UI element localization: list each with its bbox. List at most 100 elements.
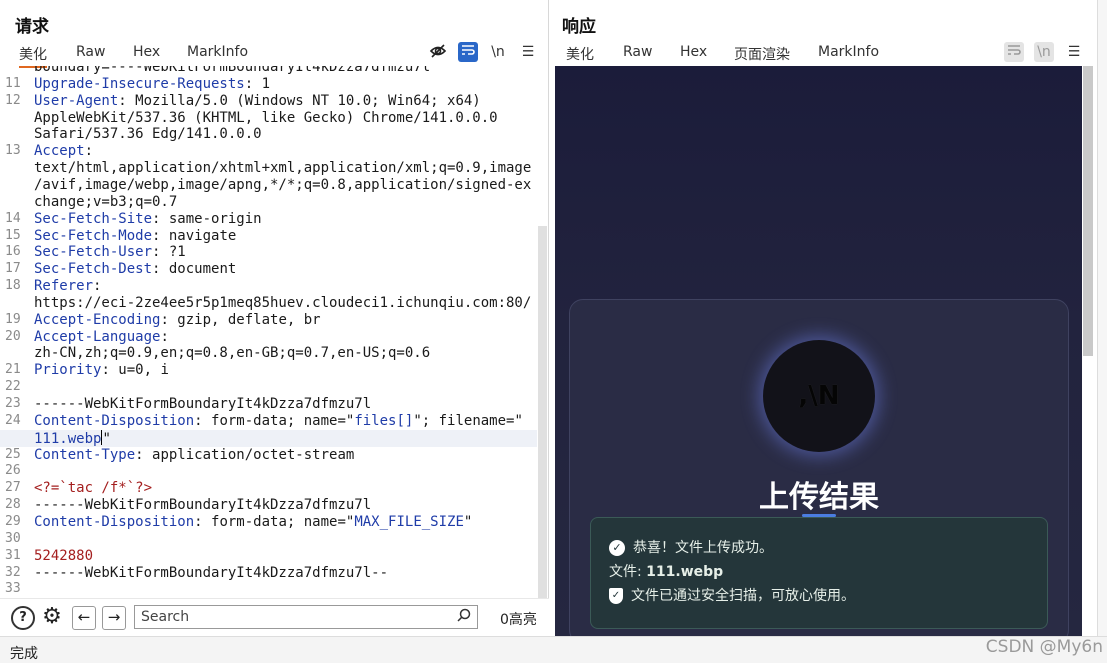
line-number: 30: [5, 530, 21, 546]
header-colon: :: [84, 143, 94, 160]
header-colon: :: [160, 311, 169, 328]
field-name: MAX_FILE_SIZE: [354, 513, 464, 530]
line-number: 16: [5, 244, 21, 260]
shield-icon: ✓: [609, 588, 623, 604]
code-line: /avif,image/webp,image/apng,*/*;q=0.8,ap…: [34, 177, 531, 194]
code-line: ------WebKitFormBoundaryIt4kDzza7dfmzu7l…: [34, 565, 388, 582]
code-line: Safari/537.36 Edg/141.0.0.0: [34, 126, 262, 143]
success-line: ✓ 恭喜！文件上传成功。: [609, 536, 1029, 560]
code-line: text/html,application/xhtml+xml,applicat…: [34, 160, 531, 177]
editor-scrollbar[interactable]: [538, 226, 547, 598]
menu-icon[interactable]: ☰: [518, 42, 538, 62]
header-colon: :: [118, 92, 127, 109]
tab-hex[interactable]: Hex: [680, 44, 707, 60]
header-colon: :: [101, 362, 110, 379]
line-text: zh-CN,zh;q=0.9,en;q=0.8,en-GB;q=0.7,en-U…: [34, 345, 431, 362]
render-scrollbar[interactable]: [1083, 66, 1093, 356]
header-value: gzip, deflate, br: [168, 311, 321, 328]
header-value: 1: [253, 75, 271, 92]
wrap-lines-icon[interactable]: [1004, 42, 1024, 62]
header-colon: :: [160, 328, 169, 345]
match-count: 0高亮: [500, 612, 537, 628]
line-number: 12: [5, 92, 21, 108]
tab-raw[interactable]: Raw: [623, 44, 652, 60]
line-text: /avif,image/webp,image/apng,*/*;q=0.8,ap…: [34, 176, 532, 193]
tab-pretty[interactable]: 美化: [566, 44, 594, 64]
page-render-view: ,\N 上传结果 ✓ 恭喜！文件上传成功。 文件: 111.webp ✓ 文件已通过…: [555, 66, 1082, 636]
header-colon: :: [93, 278, 102, 295]
tab-markinfo[interactable]: MarkInfo: [818, 44, 879, 60]
line-text: boundary=----WebKitFormBoundaryIt4kDzza7…: [34, 66, 431, 75]
tab-raw[interactable]: Raw: [76, 44, 105, 60]
line-number: 11: [5, 75, 21, 91]
show-newlines-icon[interactable]: \n: [488, 42, 508, 62]
header-value: form-data; name=": [202, 412, 355, 429]
wrap-lines-icon[interactable]: [458, 42, 478, 62]
show-newlines-icon[interactable]: \n: [1034, 42, 1054, 62]
header-key: Referer: [34, 278, 94, 295]
code-line: Referer:: [34, 278, 101, 295]
logo-text: ,\N: [798, 381, 840, 411]
tab-render[interactable]: 页面渲染: [720, 44, 804, 68]
bottom-toolbar: ? ⚙ ← → Search 0高亮: [0, 598, 549, 636]
result-title: 上传结果: [759, 480, 879, 515]
line-number: 27: [5, 480, 21, 496]
header-key: Accept-Encoding: [34, 311, 161, 328]
code-line: zh-CN,zh;q=0.9,en;q=0.8,en-GB;q=0.7,en-U…: [34, 345, 430, 362]
line-number: 19: [5, 311, 21, 327]
line-text: Safari/537.36 Edg/141.0.0.0: [34, 126, 262, 143]
line-number: 29: [5, 513, 21, 529]
header-key: Accept-Language: [34, 328, 161, 345]
code-line: Priority: u=0, i: [34, 362, 169, 379]
line-number: 17: [5, 261, 21, 277]
header-value: "; filename=": [413, 412, 523, 429]
header-key: Content-Type: [34, 446, 136, 463]
header-key: User-Agent: [34, 92, 119, 109]
scan-line: ✓ 文件已通过安全扫描，可放心使用。: [609, 584, 1029, 608]
menu-icon[interactable]: ☰: [1064, 42, 1084, 62]
header-value: navigate: [160, 227, 237, 244]
line-text: AppleWebKit/537.36 (KHTML, like Gecko) C…: [34, 109, 498, 126]
eye-off-icon[interactable]: [428, 42, 448, 62]
success-box: ✓ 恭喜！文件上传成功。 文件: 111.webp ✓ 文件已通过安全扫描，可放心使…: [590, 517, 1048, 629]
line-number: 26: [5, 463, 21, 479]
search-icon[interactable]: [457, 608, 471, 626]
line-number: 13: [5, 143, 21, 159]
header-value: application/octet-stream: [143, 446, 355, 463]
header-key: Sec-Fetch-Dest: [34, 261, 153, 278]
header-value: document: [160, 261, 237, 278]
code-line: boundary=----WebKitFormBoundaryIt4kDzza7…: [34, 66, 430, 76]
code-line: Sec-Fetch-User: ?1: [34, 244, 186, 261]
line-number: 22: [5, 379, 21, 395]
line-number: 18: [5, 278, 21, 294]
request-editor[interactable]: boundary=----WebKitFormBoundaryIt4kDzza7…: [0, 66, 537, 596]
code-line: Content-Type: application/octet-stream: [34, 447, 354, 464]
code-line: Content-Disposition: form-data; name="MA…: [34, 514, 472, 531]
code-line: https://eci-2ze4ee5r5p1meq85huev.cloudec…: [34, 295, 531, 312]
code-line: ------WebKitFormBoundaryIt4kDzza7dfmzu7l: [34, 497, 371, 514]
field-name: files[]: [354, 412, 414, 429]
header-key: Upgrade-Insecure-Requests: [34, 75, 245, 92]
check-circle-icon: ✓: [609, 540, 625, 556]
line-number: 24: [5, 412, 21, 428]
header-key: Content-Disposition: [34, 412, 195, 429]
header-colon: :: [194, 412, 203, 429]
tab-markinfo[interactable]: MarkInfo: [187, 44, 248, 60]
help-icon[interactable]: ?: [11, 606, 35, 630]
code-line: Accept:: [34, 143, 93, 160]
tab-hex[interactable]: Hex: [133, 44, 160, 60]
header-colon: :: [135, 446, 144, 463]
prev-arrow-icon[interactable]: ←: [72, 606, 96, 630]
response-pane: 响应 美化 Raw Hex 页面渲染 MarkInfo \n ☰ ,\N 上传结…: [550, 0, 1097, 636]
next-arrow-icon[interactable]: →: [102, 606, 126, 630]
tab-pretty[interactable]: 美化: [19, 44, 47, 68]
code-line: Sec-Fetch-Dest: document: [34, 261, 236, 278]
search-input[interactable]: Search: [134, 605, 478, 629]
code-line: Sec-Fetch-Mode: navigate: [34, 228, 236, 245]
line-text: change;v=b3;q=0.7: [34, 193, 178, 210]
side-panel-edge[interactable]: [1097, 0, 1107, 636]
code-line: <?=`tac /f*`?>: [34, 480, 152, 497]
app-window: 请求 美化 Raw Hex MarkInfo \n ☰ boundary=---…: [0, 0, 1107, 663]
settings-gear-icon[interactable]: ⚙: [40, 606, 64, 630]
request-pane: 请求 美化 Raw Hex MarkInfo \n ☰ boundary=---…: [0, 0, 549, 636]
